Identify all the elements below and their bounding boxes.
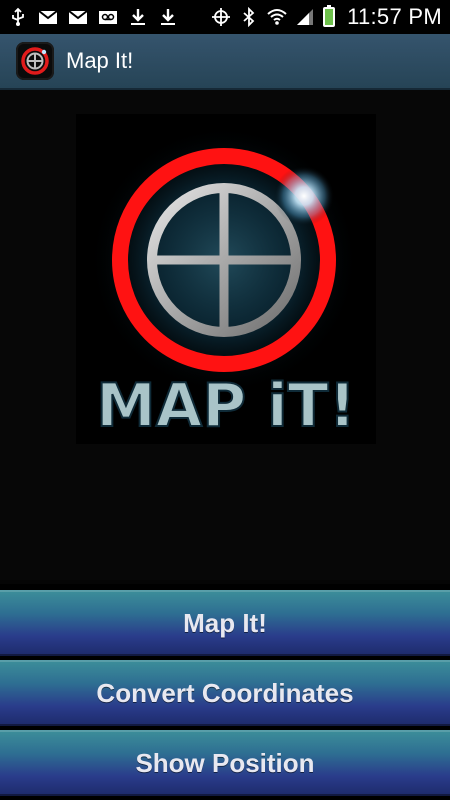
download-icon	[128, 7, 148, 27]
button-area: Map It! Convert Coordinates Show Positio…	[0, 584, 450, 800]
gmail-icon	[68, 7, 88, 27]
usb-icon	[8, 7, 28, 27]
notification-icons	[8, 7, 178, 27]
gmail-icon	[38, 7, 58, 27]
crosshair-logo-icon	[16, 42, 54, 80]
system-icons: 11:57 PM	[211, 4, 442, 30]
wifi-icon	[267, 7, 287, 27]
app-logo: MAP iT!	[76, 114, 376, 444]
map-it-button[interactable]: Map It!	[0, 590, 450, 656]
app-title: Map It!	[66, 48, 134, 73]
status-bar: 11:57 PM	[0, 0, 450, 34]
show-position-button[interactable]: Show Position	[0, 730, 450, 796]
action-bar: Map It!	[0, 34, 450, 90]
voicemail-icon	[98, 7, 118, 27]
main-content: MAP iT!	[0, 90, 450, 580]
map-it-label: Map It!	[183, 607, 267, 638]
download-icon	[158, 7, 178, 27]
logo-text: MAP iT!	[96, 371, 356, 441]
signal-icon	[295, 7, 315, 27]
gps-icon	[211, 7, 231, 27]
convert-coordinates-button[interactable]: Convert Coordinates	[0, 660, 450, 726]
clock: 11:57 PM	[347, 4, 442, 29]
show-position-label: Show Position	[135, 747, 315, 778]
battery-charging-icon	[323, 5, 336, 27]
bluetooth-icon	[239, 7, 259, 27]
screen: 11:57 PM Map It! MAP iT! Map It! Convert…	[0, 0, 450, 800]
convert-coordinates-label: Convert Coordinates	[96, 677, 354, 708]
